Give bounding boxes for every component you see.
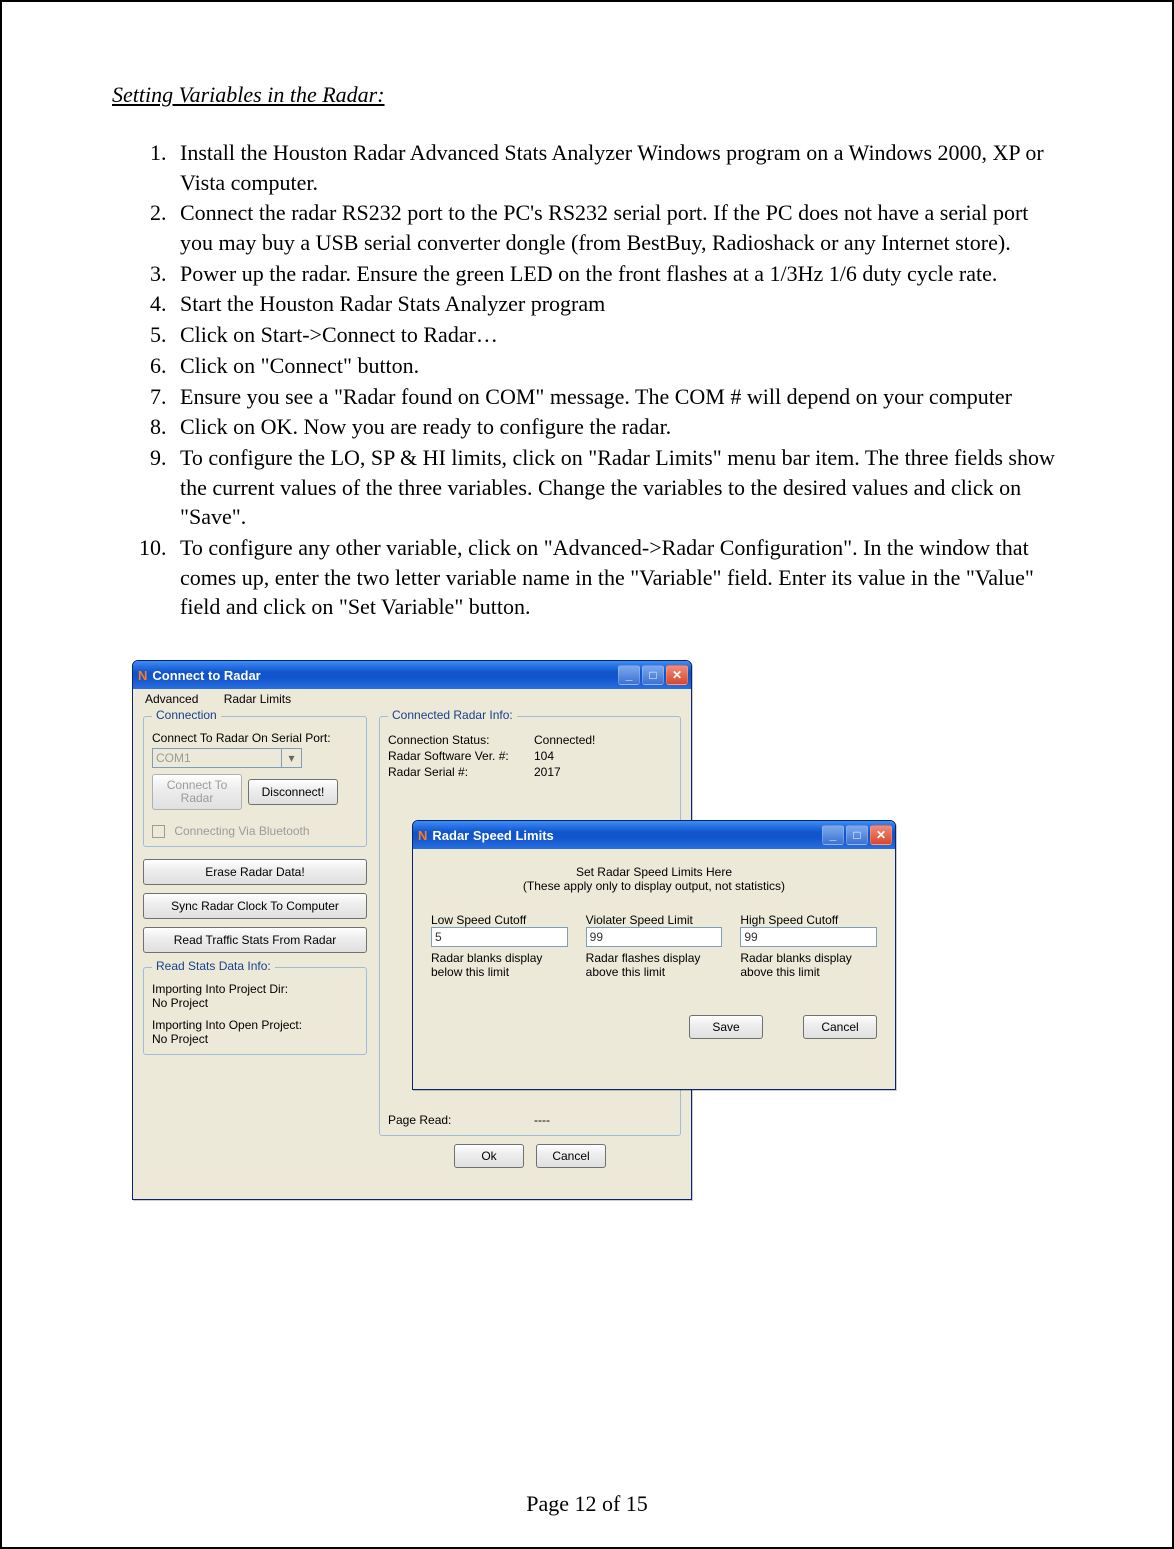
import-open-label: Importing Into Open Project:	[152, 1018, 358, 1032]
import-open-value: No Project	[152, 1032, 358, 1046]
list-item: Install the Houston Radar Advanced Stats…	[172, 138, 1062, 197]
bluetooth-label: Connecting Via Bluetooth	[174, 824, 309, 838]
serial-port-select[interactable]	[152, 748, 282, 768]
page-footer: Page 12 of 15	[2, 1491, 1172, 1517]
read-stats-group: Read Stats Data Info: Importing Into Pro…	[143, 967, 367, 1055]
high-cutoff-label: High Speed Cutoff	[740, 913, 877, 927]
list-item: Connect the radar RS232 port to the PC's…	[172, 198, 1062, 257]
bluetooth-checkbox[interactable]	[152, 825, 165, 838]
app-icon: N	[418, 828, 427, 843]
sw-version-value: 104	[534, 749, 554, 763]
list-item: Click on "Connect" button.	[172, 351, 1062, 381]
close-button[interactable]: ✕	[666, 665, 688, 685]
import-dir-value: No Project	[152, 996, 358, 1010]
list-item: Ensure you see a "Radar found on COM" me…	[172, 382, 1062, 412]
minimize-button[interactable]: _	[618, 665, 640, 685]
list-item: To configure any other variable, click o…	[172, 533, 1062, 622]
close-button[interactable]: ✕	[870, 825, 892, 845]
low-cutoff-input[interactable]	[431, 927, 568, 947]
connection-group: Connection Connect To Radar On Serial Po…	[143, 716, 367, 847]
import-dir-label: Importing Into Project Dir:	[152, 982, 358, 996]
group-legend: Read Stats Data Info:	[152, 959, 275, 973]
high-cutoff-note: Radar blanks display above this limit	[740, 951, 877, 979]
steps-list: Install the Houston Radar Advanced Stats…	[172, 138, 1062, 622]
list-item: Click on OK. Now you are ready to config…	[172, 412, 1062, 442]
maximize-button[interactable]: □	[642, 665, 664, 685]
menu-advanced[interactable]: Advanced	[145, 692, 198, 706]
save-button[interactable]: Save	[689, 1015, 763, 1039]
limits-subheading: (These apply only to display output, not…	[431, 879, 877, 893]
minimize-button[interactable]: _	[822, 825, 844, 845]
radar-serial-value: 2017	[534, 765, 561, 779]
app-icon: N	[138, 668, 147, 683]
group-legend: Connection	[152, 708, 221, 722]
read-stats-button[interactable]: Read Traffic Stats From Radar	[143, 927, 367, 953]
low-cutoff-note: Radar blanks display below this limit	[431, 951, 568, 979]
speed-limits-window: N Radar Speed Limits _ □ ✕ Set Radar Spe…	[412, 820, 896, 1090]
violator-limit-input[interactable]	[586, 927, 723, 947]
titlebar[interactable]: N Radar Speed Limits _ □ ✕	[413, 821, 895, 849]
list-item: To configure the LO, SP & HI limits, cli…	[172, 443, 1062, 532]
section-title: Setting Variables in the Radar:	[112, 82, 1062, 108]
window-title: Radar Speed Limits	[432, 828, 553, 843]
serial-port-label: Connect To Radar On Serial Port:	[152, 731, 358, 745]
window-title: Connect to Radar	[152, 668, 260, 683]
list-item: Click on Start->Connect to Radar…	[172, 320, 1062, 350]
chevron-down-icon[interactable]: ▾	[282, 748, 302, 768]
page-read-value: ----	[534, 1113, 550, 1127]
list-item: Power up the radar. Ensure the green LED…	[172, 259, 1062, 289]
cancel-button[interactable]: Cancel	[536, 1144, 606, 1168]
titlebar[interactable]: N Connect to Radar _ □ ✕	[133, 661, 691, 689]
connect-button[interactable]: Connect To Radar	[152, 774, 242, 810]
erase-data-button[interactable]: Erase Radar Data!	[143, 859, 367, 885]
menu-radar-limits[interactable]: Radar Limits	[224, 692, 291, 706]
low-cutoff-label: Low Speed Cutoff	[431, 913, 568, 927]
radar-serial-label: Radar Serial #:	[388, 765, 528, 779]
page-read-label: Page Read:	[388, 1113, 528, 1127]
status-label: Connection Status:	[388, 733, 528, 747]
ok-button[interactable]: Ok	[454, 1144, 524, 1168]
cancel-button[interactable]: Cancel	[803, 1015, 877, 1039]
sw-version-label: Radar Software Ver. #:	[388, 749, 528, 763]
violator-limit-note: Radar flashes display above this limit	[586, 951, 723, 979]
list-item: Start the Houston Radar Stats Analyzer p…	[172, 289, 1062, 319]
disconnect-button[interactable]: Disconnect!	[248, 779, 338, 805]
status-value: Connected!	[534, 733, 595, 747]
high-cutoff-input[interactable]	[740, 927, 877, 947]
sync-clock-button[interactable]: Sync Radar Clock To Computer	[143, 893, 367, 919]
group-legend: Connected Radar Info:	[388, 708, 517, 722]
violator-limit-label: Violater Speed Limit	[586, 913, 723, 927]
maximize-button[interactable]: □	[846, 825, 868, 845]
limits-heading: Set Radar Speed Limits Here	[431, 865, 877, 879]
